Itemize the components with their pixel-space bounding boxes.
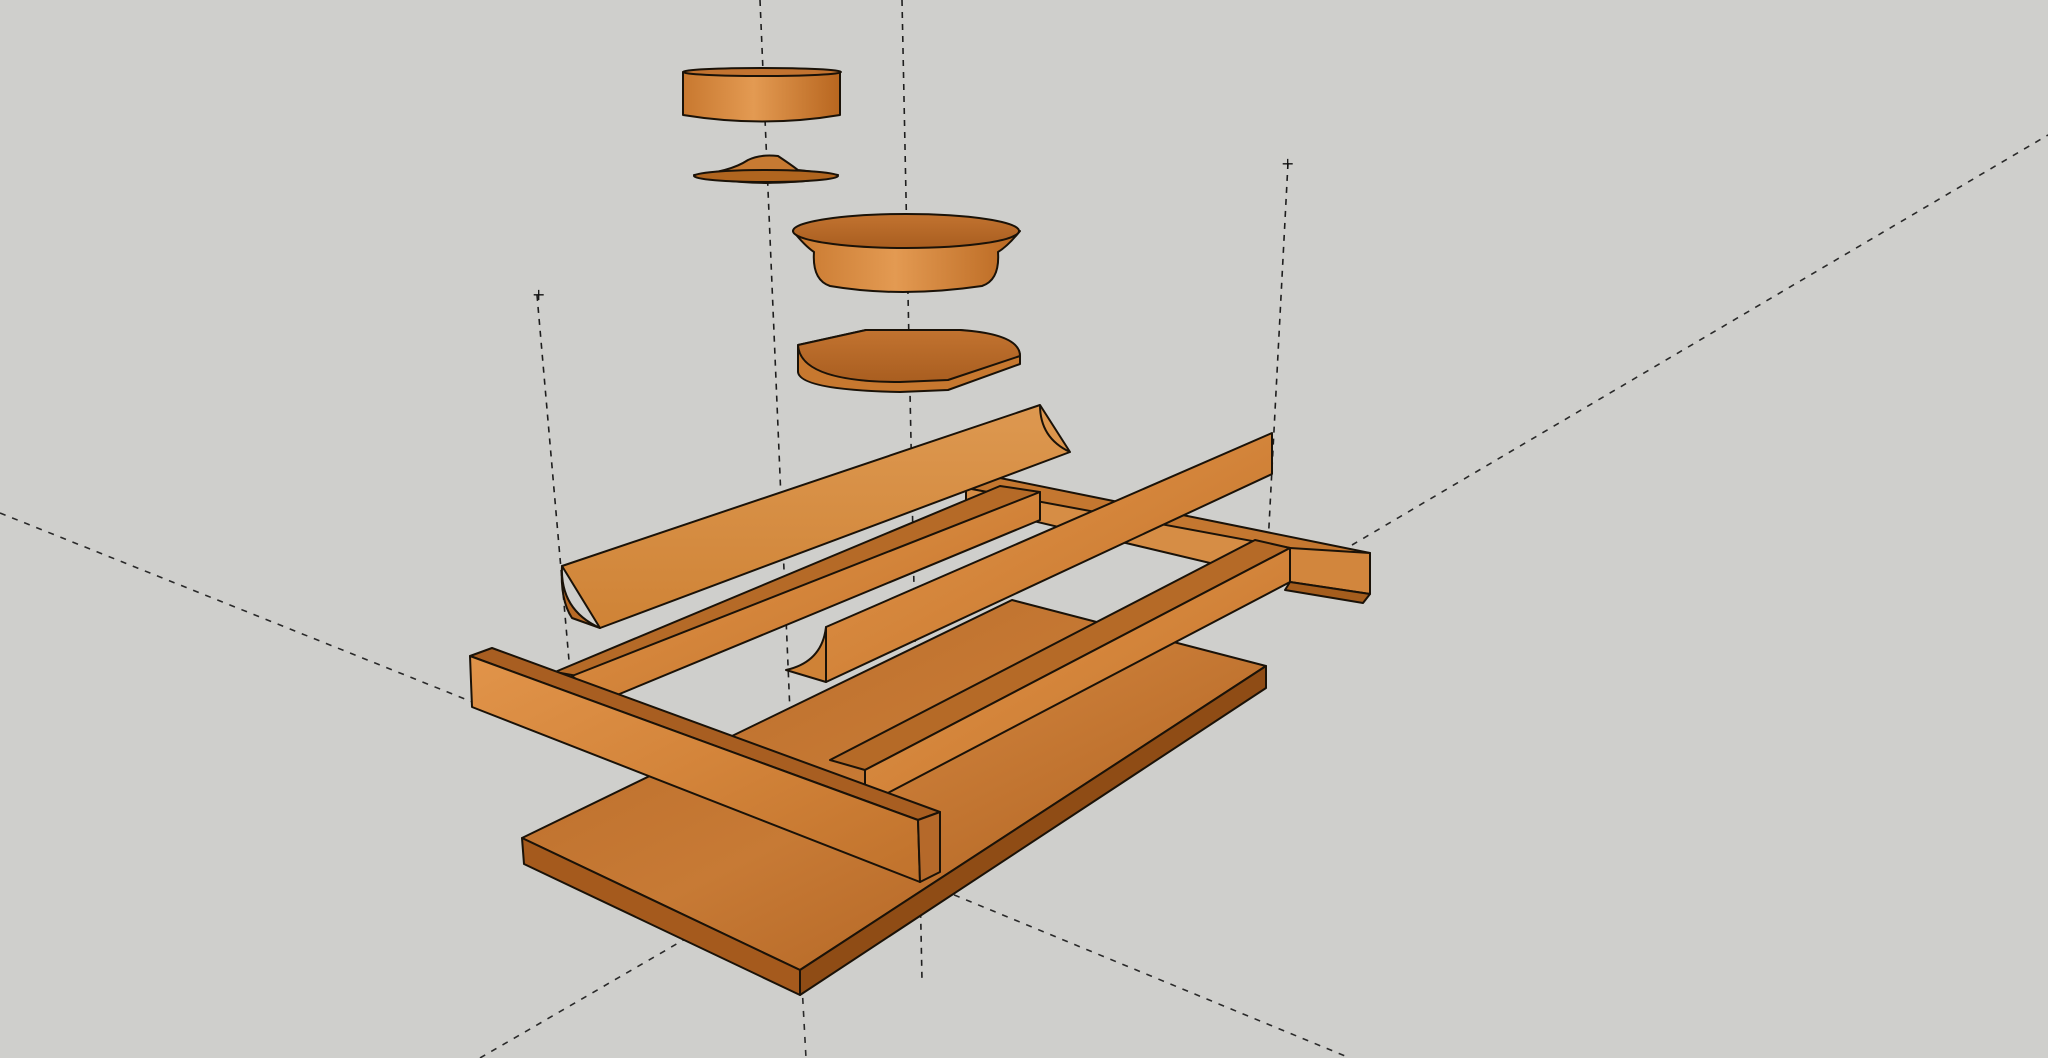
red-axis-negative xyxy=(0,512,481,706)
base-plate[interactable] xyxy=(797,329,1021,393)
bowl-disc[interactable] xyxy=(792,213,1021,293)
axis-guides xyxy=(0,134,2048,1058)
guide-line-right-post xyxy=(1267,162,1289,546)
blue-axis-negative xyxy=(801,984,807,1058)
cap-cylinder-top xyxy=(682,67,842,77)
cove-molding-front-profile xyxy=(785,626,827,683)
guide-line-left-post xyxy=(536,294,571,673)
finial-flare-base xyxy=(693,169,839,183)
green-axis-positive xyxy=(1351,134,2048,546)
stretcher-front-end xyxy=(917,811,941,883)
finial-flare[interactable] xyxy=(693,154,839,184)
modeling-viewport[interactable]: + + xyxy=(0,0,2048,1058)
bowl-disc-top xyxy=(792,213,1020,249)
red-axis-positive xyxy=(929,884,1351,1058)
guide-endpoint-marker-right: + xyxy=(1281,154,1294,173)
cap-cylinder-side xyxy=(682,71,841,123)
cap-cylinder[interactable] xyxy=(682,67,842,123)
guide-endpoint-marker-left: + xyxy=(532,285,545,304)
exploded-assembly-drawing[interactable]: + + xyxy=(0,0,2048,1058)
